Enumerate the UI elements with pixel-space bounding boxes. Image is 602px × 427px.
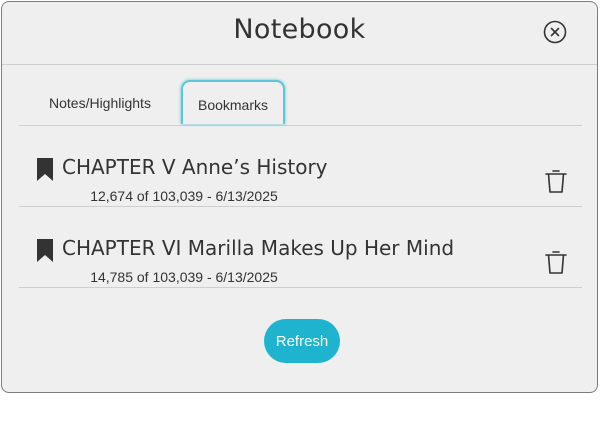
- list-item[interactable]: CHAPTER VI Marilla Makes Up Her Mind 14,…: [19, 207, 582, 288]
- bookmark-title[interactable]: CHAPTER VI Marilla Makes Up Her Mind: [62, 236, 454, 260]
- close-button[interactable]: [543, 20, 567, 44]
- notebook-tabs: Notes/Highlights Bookmarks: [19, 80, 582, 126]
- bookmark-list: CHAPTER V Anne’s History 12,674 of 103,0…: [19, 126, 582, 288]
- bookmark-meta: 14,785 of 103,039 - 6/13/2025: [90, 269, 278, 285]
- notebook-dialog: Notebook Notes/Highlights Bookmarks CHAP…: [1, 1, 598, 393]
- trash-icon[interactable]: [544, 168, 568, 194]
- bookmark-icon: [37, 239, 53, 262]
- tab-notes-highlights[interactable]: Notes/Highlights: [33, 80, 167, 124]
- bookmark-meta: 12,674 of 103,039 - 6/13/2025: [90, 188, 278, 204]
- bookmark-icon: [37, 158, 53, 181]
- close-circle-icon: [543, 20, 567, 44]
- dialog-header: Notebook: [2, 2, 597, 65]
- trash-icon[interactable]: [544, 249, 568, 275]
- list-item[interactable]: CHAPTER V Anne’s History 12,674 of 103,0…: [19, 126, 582, 207]
- tab-bookmarks[interactable]: Bookmarks: [181, 80, 285, 124]
- refresh-button[interactable]: Refresh: [264, 319, 340, 363]
- bookmark-title[interactable]: CHAPTER V Anne’s History: [62, 155, 328, 179]
- dialog-title: Notebook: [233, 14, 366, 45]
